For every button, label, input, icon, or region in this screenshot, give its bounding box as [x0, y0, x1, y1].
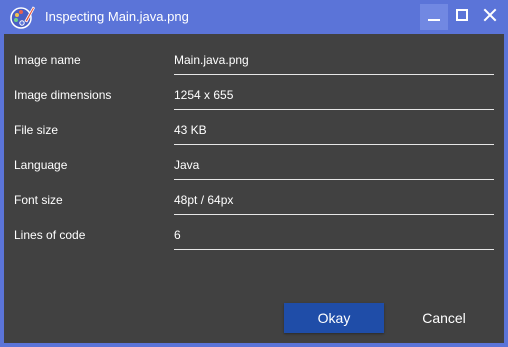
okay-button[interactable]: Okay [284, 303, 384, 333]
image-name-field[interactable]: Main.java.png [174, 53, 494, 75]
field-row-image-dimensions: Image dimensions 1254 x 655 [4, 79, 504, 114]
image-dimensions-field[interactable]: 1254 x 655 [174, 88, 494, 110]
language-field[interactable]: Java [174, 158, 494, 180]
field-row-lines-of-code: Lines of code 6 [4, 219, 504, 254]
lines-of-code-field[interactable]: 6 [174, 228, 494, 250]
field-row-image-name: Image name Main.java.png [4, 44, 504, 79]
close-button[interactable] [476, 4, 504, 30]
file-size-field[interactable]: 43 KB [174, 123, 494, 145]
maximize-button[interactable] [448, 4, 476, 30]
field-row-language: Language Java [4, 149, 504, 184]
minimize-icon [427, 8, 441, 27]
close-icon [483, 8, 497, 27]
minimize-button[interactable] [420, 4, 448, 30]
field-row-file-size: File size 43 KB [4, 114, 504, 149]
field-label: Font size [14, 193, 63, 207]
field-label: Language [14, 158, 68, 172]
field-row-font-size: Font size 48pt / 64px [4, 184, 504, 219]
cancel-button[interactable]: Cancel [394, 303, 494, 333]
field-label: Lines of code [14, 228, 86, 242]
dialog-body: Image name Main.java.png Image dimension… [4, 34, 504, 343]
font-size-field[interactable]: 48pt / 64px [174, 193, 494, 215]
field-label: Image name [14, 53, 81, 67]
title-bar[interactable]: Inspecting Main.java.png [0, 0, 508, 34]
field-label: Image dimensions [14, 88, 112, 102]
maximize-icon [455, 8, 469, 27]
window-title: Inspecting Main.java.png [45, 9, 189, 24]
field-label: File size [14, 123, 59, 137]
palette-icon [9, 4, 36, 30]
inspect-dialog: Inspecting Main.java.png Image name Main… [0, 0, 508, 347]
